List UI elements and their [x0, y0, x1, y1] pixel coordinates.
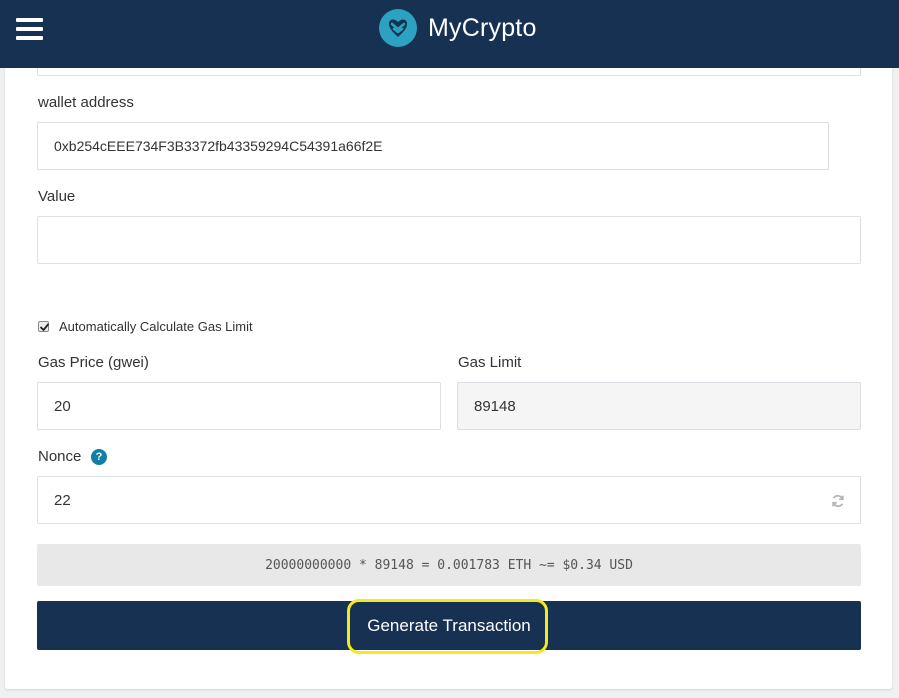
question-circle-icon[interactable]: ?: [91, 449, 107, 465]
gas-price-label: Gas Price (gwei): [38, 354, 149, 371]
brand-name: MyCrypto: [428, 13, 537, 42]
gas-limit-label: Gas Limit: [458, 354, 522, 371]
nonce-label: Nonce: [38, 448, 82, 465]
value-label: Value: [38, 188, 76, 205]
nonce-value: 22: [54, 491, 71, 509]
value-input[interactable]: [37, 216, 861, 264]
gas-price-value: 20: [54, 397, 71, 415]
refresh-icon[interactable]: [831, 494, 845, 508]
top-header: MyCrypto: [0, 0, 899, 68]
hamburger-menu-icon[interactable]: [16, 17, 44, 41]
checkmark-icon: [40, 323, 49, 331]
wallet-address-input[interactable]: 0xb254cEEE734F3B3372fb43359294C54391a66f…: [37, 122, 829, 170]
transaction-fee-summary: 20000000000 * 89148 = 0.001783 ETH ~= $0…: [37, 544, 861, 586]
nonce-input[interactable]: 22: [37, 476, 861, 524]
gas-limit-value: 89148: [474, 397, 516, 415]
wallet-address-label: wallet address: [38, 94, 134, 111]
auto-gas-checkbox[interactable]: [38, 321, 49, 332]
gas-limit-input[interactable]: 89148: [457, 382, 861, 430]
auto-gas-label[interactable]: Automatically Calculate Gas Limit: [59, 319, 253, 334]
brand[interactable]: MyCrypto: [379, 9, 537, 47]
wallet-address-value: 0xb254cEEE734F3B3372fb43359294C54391a66f…: [54, 138, 383, 154]
generate-transaction-label: Generate Transaction: [367, 615, 531, 635]
gas-price-input[interactable]: 20: [37, 382, 441, 430]
mycrypto-heart-logo-icon: [379, 9, 417, 47]
generate-transaction-button[interactable]: Generate Transaction: [37, 601, 861, 650]
